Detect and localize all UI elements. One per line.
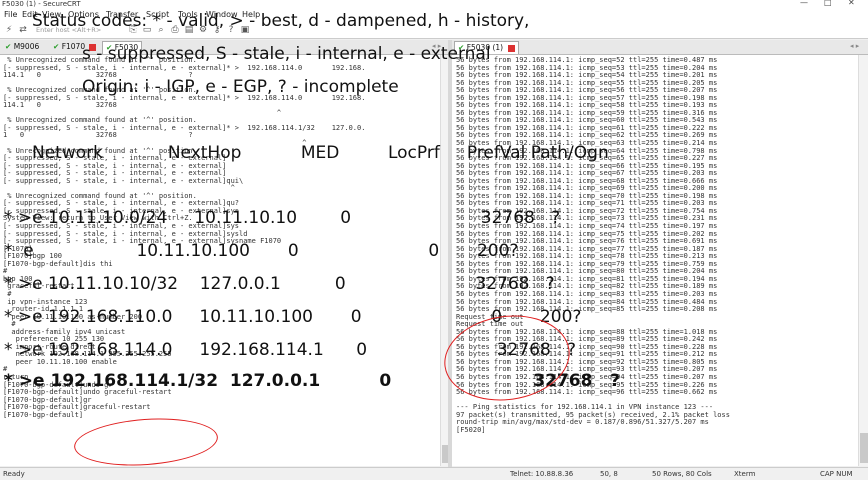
left-terminal-text: % Unrecognized command found at '^' posi… xyxy=(3,56,366,419)
status-cursor-pos: 50, 8 xyxy=(600,470,618,478)
status-terminal-type: Xterm xyxy=(734,470,756,478)
right-tab-bar: ✔ F5030 (1) ◂ ▸ xyxy=(452,40,868,55)
window-title: F5030 (1) - SecureCRT xyxy=(2,0,81,8)
tab-m9006[interactable]: ✔ M9006 xyxy=(2,41,42,53)
minimize-icon[interactable]: — xyxy=(800,0,808,7)
connected-check-icon: ✔ xyxy=(5,42,12,51)
tab-label: M9006 xyxy=(13,42,40,51)
right-scroll-thumb[interactable] xyxy=(860,433,868,463)
close-icon[interactable]: ✕ xyxy=(848,0,855,7)
link-icon[interactable]: ⇄ xyxy=(18,25,28,35)
overlay-route-row: * >e 10.11.10.10/32 127.0.0.1 0 32768 ? xyxy=(4,274,555,294)
tab-close-icon[interactable] xyxy=(507,44,515,52)
status-keys: CAP NUM xyxy=(820,470,853,478)
status-ready: Ready xyxy=(3,470,25,478)
maximize-icon[interactable]: □ xyxy=(824,0,832,7)
lightning-icon[interactable]: ⚡ xyxy=(4,25,14,35)
menu-file[interactable]: File xyxy=(4,10,17,19)
status-size: 50 Rows, 80 Cols xyxy=(652,470,712,478)
connected-check-icon: ✔ xyxy=(53,42,60,51)
overlay-table-header: Network NextHop MED LocPrf PrefVal Path/… xyxy=(32,143,609,163)
right-scrollbar[interactable] xyxy=(858,55,868,466)
status-bar: Ready Telnet: 10.88.8.36 50, 8 50 Rows, … xyxy=(0,467,868,480)
overlay-status-codes: Status codes: * - valid, > - best, d - d… xyxy=(32,11,530,31)
overlay-route-row: * e 10.11.10.100 0 0 200? xyxy=(4,241,519,261)
overlay-route-row: * >e 10.11.10.0/24 10.11.10.10 0 32768 ? xyxy=(4,208,561,228)
status-connection: Telnet: 10.88.8.36 xyxy=(510,470,574,478)
overlay-origin: Origin: i - IGP, e - EGP, ? - incomplete xyxy=(82,77,399,97)
title-bar: F5030 (1) - SecureCRT — □ ✕ xyxy=(0,0,868,8)
overlay-status-codes-2: s - suppressed, S - stale, i - internal,… xyxy=(82,44,491,64)
tab-scroll-arrows[interactable]: ◂ ▸ xyxy=(850,42,859,50)
